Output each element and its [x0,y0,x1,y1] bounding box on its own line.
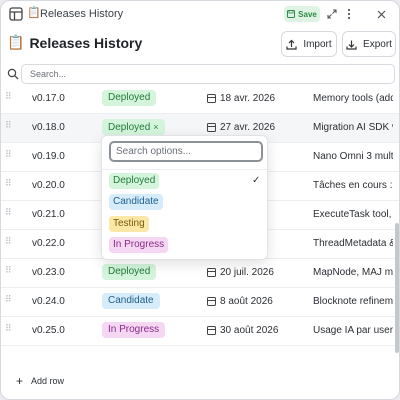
version-cell[interactable]: v0.23.0 [32,267,65,278]
version-cell[interactable]: v0.24.0 [32,296,65,307]
save-button[interactable]: Save [284,6,320,22]
more-vertical-icon [347,8,351,20]
layout-icon [9,7,23,21]
version-cell[interactable]: v0.21.0 [32,209,65,220]
expand-button[interactable] [324,6,340,22]
save-label: Save [298,9,317,19]
floppy-icon [287,10,296,18]
clipboard-icon: 📋 [27,7,41,19]
plus-icon: + [16,374,24,388]
status-dropdown: ✓ Deployed Candidate Testing In Progress [101,135,268,260]
date-text: 8 août 2026 [220,296,273,307]
drag-handle-icon[interactable]: ⠿ [5,324,12,336]
clipboard-icon: 📋 [7,34,25,50]
remove-icon[interactable]: × [153,122,158,132]
version-cell[interactable]: v0.25.0 [32,325,65,336]
add-row-label: Add row [31,376,65,386]
date-text: 27 avr. 2026 [220,122,276,133]
calendar-icon [207,268,216,277]
status-label: In Progress [108,324,160,335]
description-cell[interactable]: Nano Omni 3 multin [313,151,393,162]
date-cell[interactable]: 27 avr. 2026 [207,122,275,133]
drag-handle-icon[interactable]: ⠿ [5,208,12,220]
close-icon [377,10,385,18]
check-icon: ✓ [252,175,261,186]
drag-handle-icon[interactable]: ⠿ [5,237,12,249]
description-cell[interactable]: ExecuteTask tool, an [313,209,393,220]
date-cell[interactable]: 18 avr. 2026 [207,93,275,104]
status-label: Deployed [108,92,151,103]
table-row[interactable]: ⠿ v0.24.0 Candidate 8 août 2026 Blocknote re… [1,288,399,317]
date-cell[interactable]: 8 août 2026 [207,296,273,307]
app-window: 📋 Releases History Save 📋 Releases Histo… [0,0,400,400]
version-cell[interactable]: v0.19.0 [32,151,65,162]
calendar-icon [207,94,216,103]
version-cell[interactable]: v0.20.0 [32,180,65,191]
version-cell[interactable]: v0.18.0 [32,122,65,133]
status-label: Candidate [108,295,154,306]
download-icon [346,40,357,50]
date-text: 18 avr. 2026 [220,93,276,104]
dropdown-search-input[interactable] [109,141,263,162]
search-input[interactable] [21,64,395,84]
calendar-icon [207,326,216,335]
import-label: Import [303,38,332,50]
table-row[interactable]: ⠿ v0.23.0 Deployed 20 juil. 2026 MapNode, MA… [1,259,399,288]
date-cell[interactable]: 20 juil. 2026 [207,267,274,278]
status-badge[interactable]: Deployed [102,264,157,280]
more-options-button[interactable] [341,6,357,22]
dropdown-option[interactable]: In Progress [109,237,169,253]
import-button[interactable]: Import [281,31,337,57]
table-row[interactable]: ⠿ v0.25.0 In Progress 30 août 2026 Usage IA … [1,317,399,346]
status-badge[interactable]: In Progress [102,322,166,338]
drag-handle-icon[interactable]: ⠿ [5,121,12,133]
window-title: Releases History [40,8,124,20]
expand-icon [327,9,337,19]
description-cell[interactable]: ThreadMetadata & c [313,238,393,249]
dropdown-option[interactable]: Candidate [109,194,163,210]
description-cell[interactable]: Usage IA par user, lo [313,325,393,336]
description-cell[interactable]: Blocknote refinemen [313,296,393,307]
title-bar: 📋 Releases History Save [1,1,399,27]
drag-handle-icon[interactable]: ⠿ [5,266,12,278]
date-cell[interactable]: 30 août 2026 [207,325,278,336]
calendar-icon [207,123,216,132]
dropdown-option[interactable]: Testing [109,216,149,232]
description-cell[interactable]: Tâches en cours : IA [313,180,393,191]
drag-handle-icon[interactable]: ⠿ [5,150,12,162]
description-cell[interactable]: Migration AI SDK v6, [313,122,393,133]
status-badge[interactable]: Candidate [102,293,160,309]
version-cell[interactable]: v0.22.0 [32,238,65,249]
calendar-icon [207,297,216,306]
date-text: 30 août 2026 [220,325,279,336]
description-cell[interactable]: MapNode, MAJ mod [313,267,393,278]
drag-handle-icon[interactable]: ⠿ [5,179,12,191]
date-text: 20 juil. 2026 [220,267,274,278]
status-label: Deployed [108,266,151,277]
page-title-text: Releases History [29,34,143,51]
close-button[interactable] [373,6,389,22]
drag-handle-icon[interactable]: ⠿ [5,295,12,307]
status-badge[interactable]: Deployed [102,90,157,106]
page-title: 📋 Releases History [7,34,142,51]
search-icon [7,68,19,80]
status-badge[interactable]: Deployed × [102,119,165,135]
table-row[interactable]: ⠿ v0.17.0 Deployed 18 avr. 2026 Memory tools… [1,85,399,114]
dropdown-option[interactable]: Deployed [109,173,160,189]
drag-handle-icon[interactable]: ⠿ [5,92,12,104]
scrollbar[interactable] [395,223,399,353]
add-row-button[interactable]: + Add row [16,374,65,388]
version-cell[interactable]: v0.17.0 [32,93,65,104]
dropdown-divider [102,169,267,170]
status-label: Deployed [108,122,151,133]
description-cell[interactable]: Memory tools (add/ [313,93,393,104]
upload-icon [286,39,297,50]
export-label: Export [363,38,392,50]
export-button[interactable]: Export [342,31,396,57]
